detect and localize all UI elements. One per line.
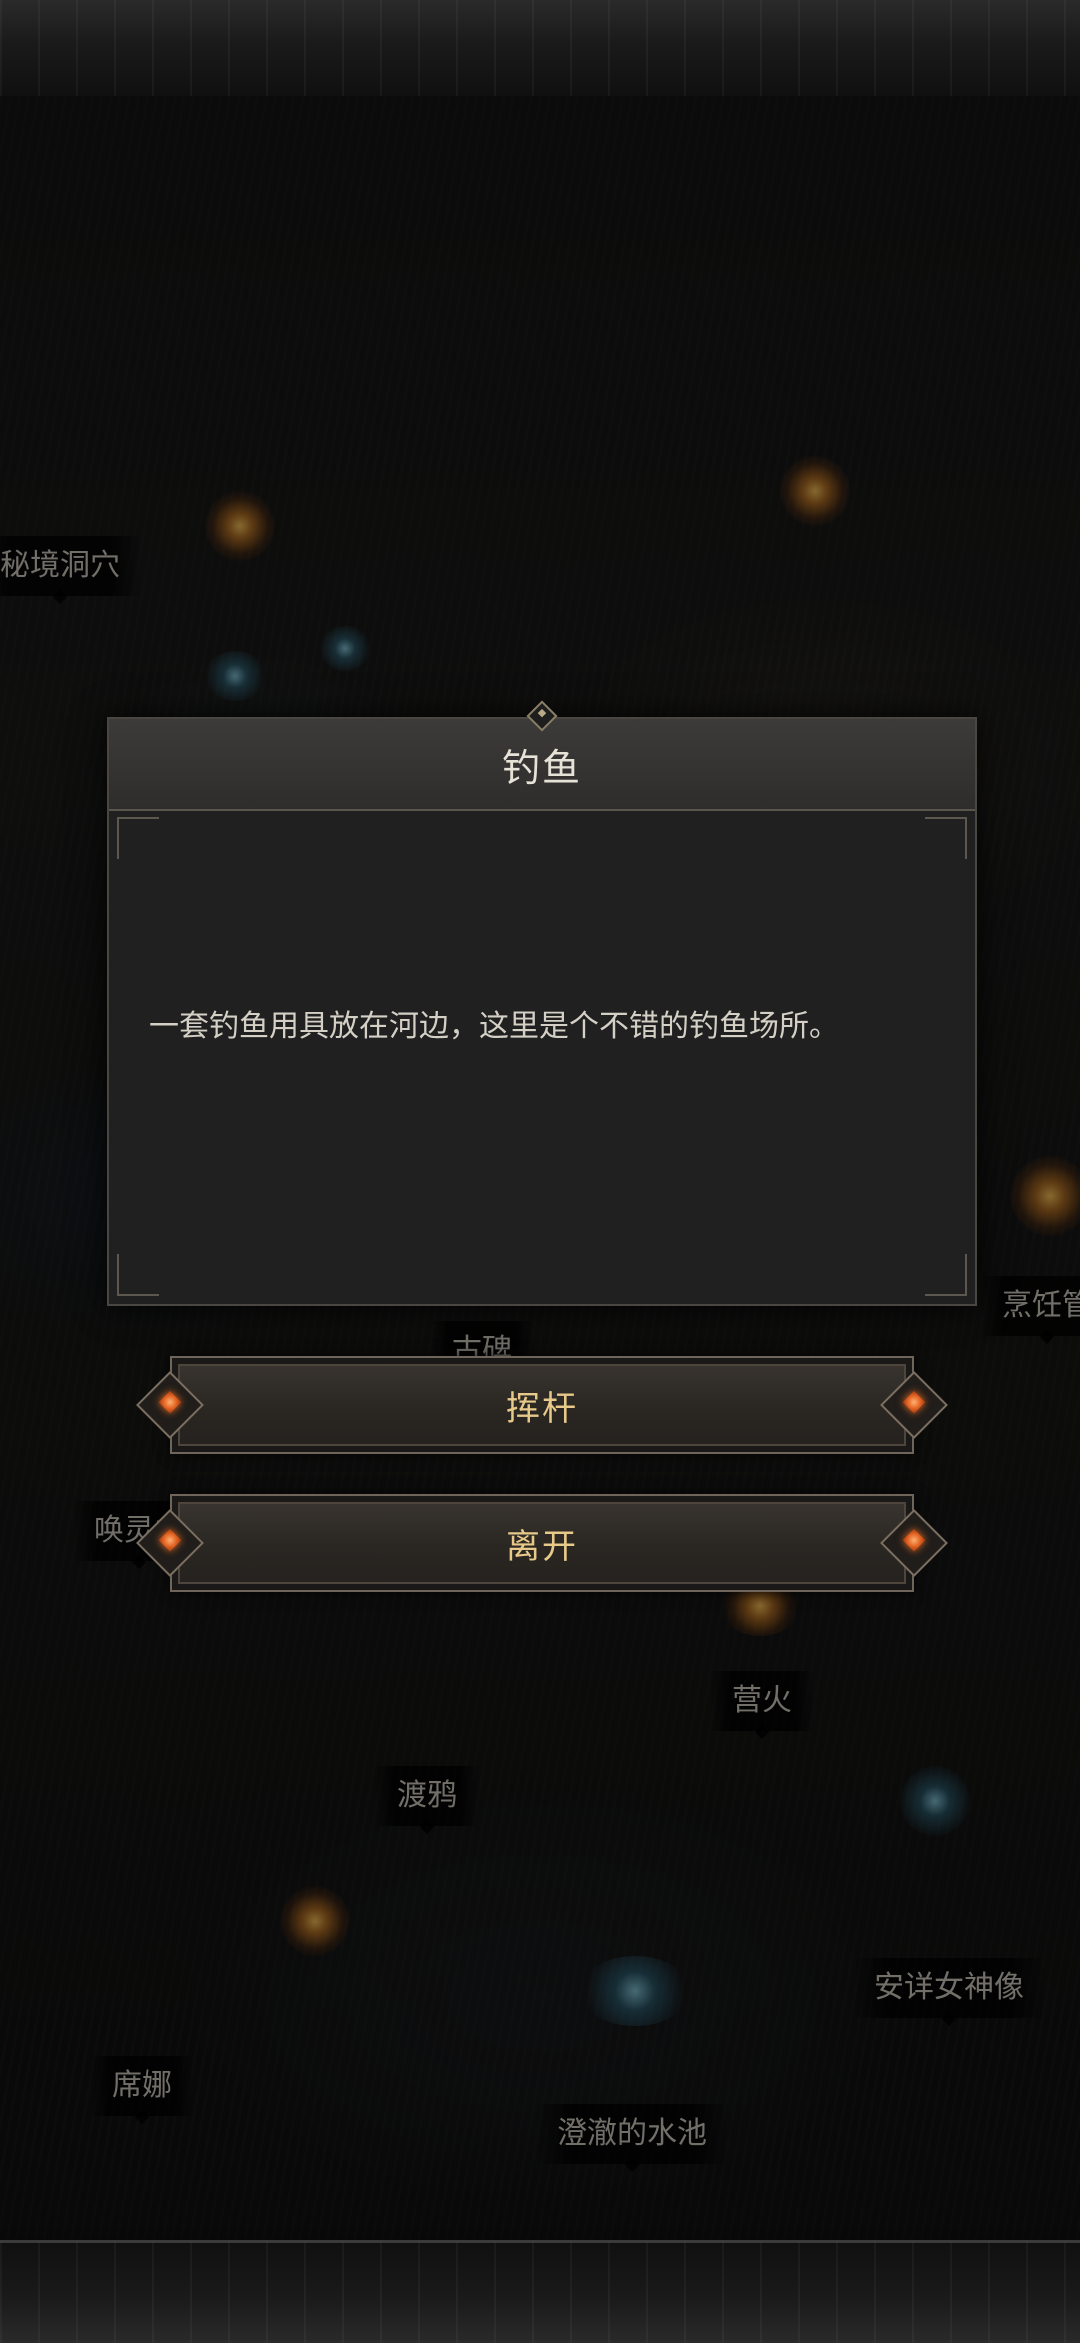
leave-button[interactable]: 离开 — [136, 1494, 948, 1592]
dialog-header: 钓鱼 — [109, 700, 975, 811]
corner-ornament-icon — [117, 1254, 159, 1296]
bottom-frame-bar — [0, 2240, 1080, 2343]
top-frame-bar — [0, 0, 1080, 99]
swing-rod-label: 挥杆 — [506, 1388, 578, 1429]
swing-rod-button[interactable]: 挥杆 — [136, 1356, 948, 1454]
dialog-description: 一套钓鱼用具放在河边，这里是个不错的钓鱼场所。 — [149, 1009, 839, 1044]
leave-label: 离开 — [506, 1526, 578, 1567]
fishing-dialog: 钓鱼 一套钓鱼用具放在河边，这里是个不错的钓鱼场所。 — [107, 700, 977, 1306]
corner-ornament-icon — [117, 817, 159, 859]
corner-ornament-icon — [925, 817, 967, 859]
dialog-title: 钓鱼 — [501, 745, 582, 790]
corner-ornament-icon — [925, 1254, 967, 1296]
